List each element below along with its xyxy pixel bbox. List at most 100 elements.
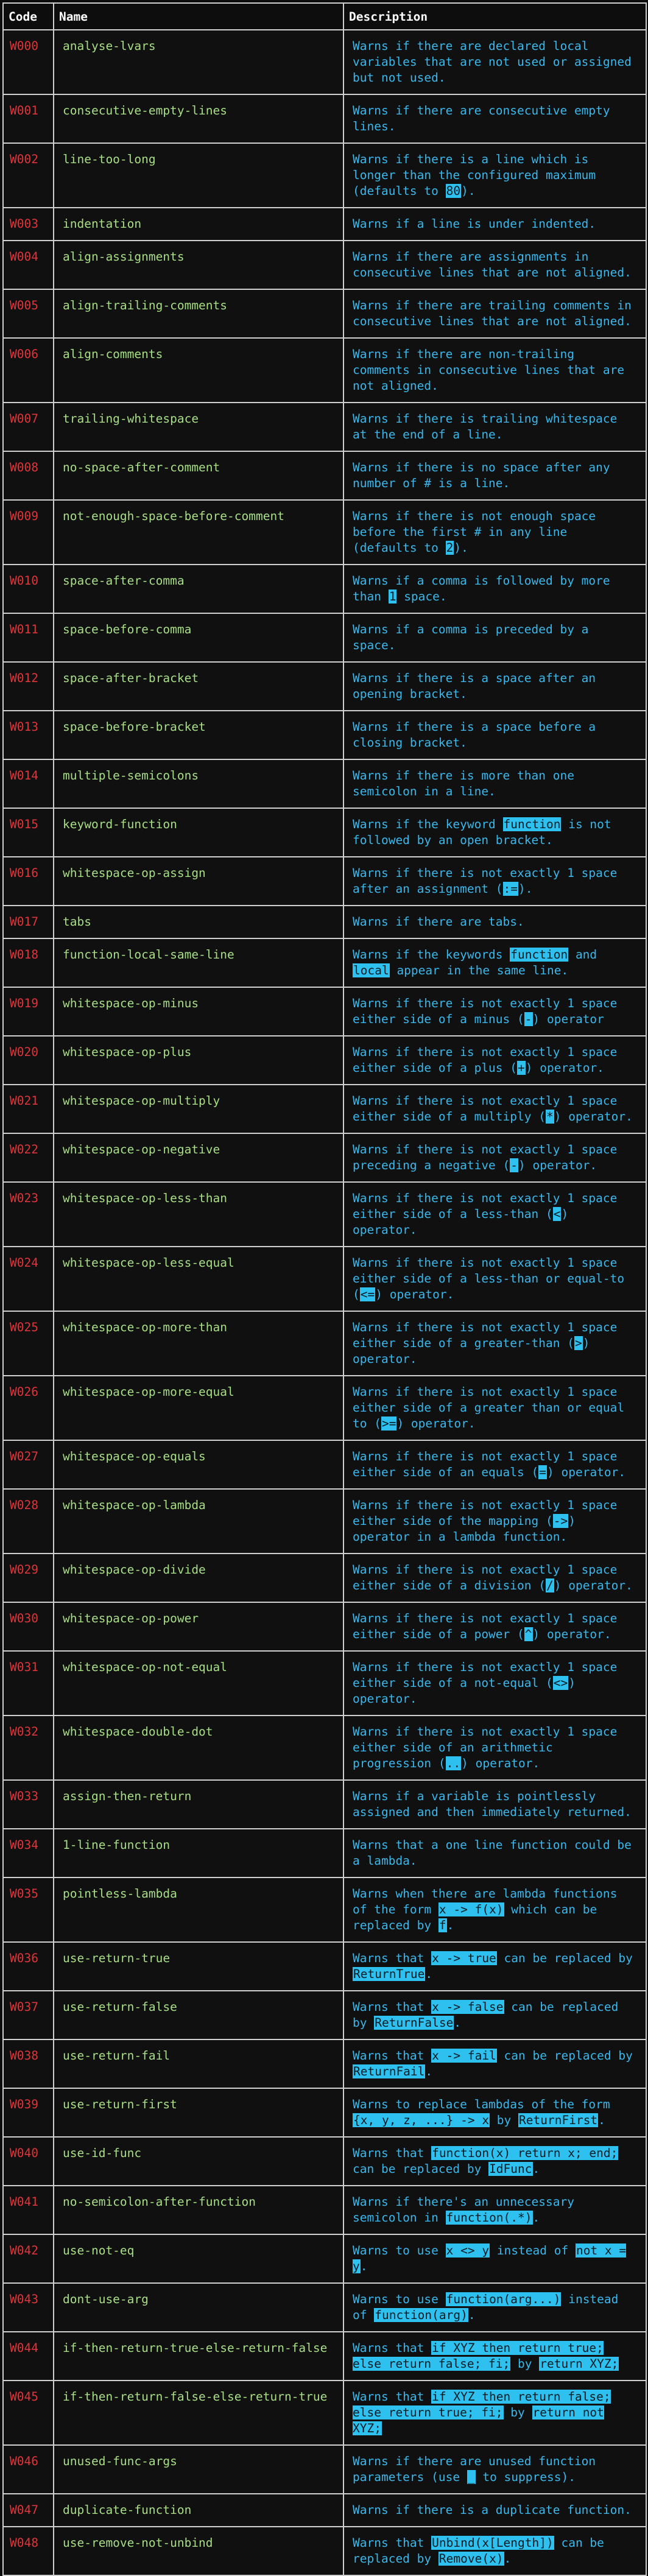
rule-code: W021 <box>2 1084 54 1134</box>
description-text: Warns if there is a space after an openi… <box>353 671 596 701</box>
rule-name: whitespace-op-not-equal <box>53 1650 344 1716</box>
table-row: W042 use-not-eq Warns to use x <> y instea… <box>2 2234 647 2284</box>
rule-description: Warns when there are lambda functions of… <box>343 1877 647 1943</box>
description-text: Warns to use <box>353 2292 446 2306</box>
table-row: W033 assign-then-return Warns if a variabl… <box>2 1779 647 1829</box>
rule-name: align-comments <box>53 337 344 403</box>
rule-code: W037 <box>2 1990 54 2040</box>
rule-name: whitespace-op-assign <box>53 856 344 906</box>
rule-description: Warns if there is more than one semicolo… <box>343 759 647 809</box>
rule-name: space-before-bracket <box>53 710 344 760</box>
rule-name: 1-line-function <box>53 1828 344 1878</box>
rule-description: Warns if the keyword function is not fol… <box>343 808 647 857</box>
rule-name: assign-then-return <box>53 1779 344 1829</box>
rule-name: use-return-true <box>53 1941 344 1991</box>
code-snippet: <> <box>552 1676 569 1690</box>
rule-code: W046 <box>2 2444 54 2494</box>
rule-description: Warns if there is a line which is longer… <box>343 143 647 208</box>
description-text: . <box>532 2162 540 2176</box>
rule-name: space-after-comma <box>53 564 344 614</box>
table-row: W009 not-enough-space-before-comment Warns… <box>2 499 647 565</box>
rule-description: Warns if there is not exactly 1 space ei… <box>343 1375 647 1441</box>
description-text: . <box>425 2064 433 2078</box>
lint-rules-table: Code Name Description W000 analyse-lvars W… <box>2 2 647 2576</box>
table-row: W032 whitespace-double-dot Warns if there … <box>2 1715 647 1781</box>
rule-description: Warns if there is not exactly 1 space ei… <box>343 1488 647 1554</box>
rule-description: Warns if there is not exactly 1 space ei… <box>343 1602 647 1652</box>
code-snippet: return XYZ; <box>539 2357 619 2371</box>
code-snippet: 80 <box>445 184 462 198</box>
table-row: W048 use-remove-not-unbind Warns that Unbi… <box>2 2526 647 2576</box>
code-snippet: ReturnFirst <box>518 2113 599 2127</box>
rule-code: W045 <box>2 2380 54 2446</box>
rule-name: whitespace-op-less-equal <box>53 1246 344 1312</box>
rule-code: W042 <box>2 2234 54 2284</box>
description-text: ). <box>461 184 476 198</box>
description-text: Warns if a comma is preceded by a space. <box>353 622 589 652</box>
rule-name: no-space-after-comment <box>53 451 344 501</box>
code-snippet: > <box>574 1336 583 1350</box>
code-snippet: + <box>517 1061 526 1075</box>
table-row: W046 unused-func-args Warns if there are u… <box>2 2444 647 2494</box>
description-text: Warns if there is trailing whitespace at… <box>353 412 618 442</box>
code-snippet: f <box>438 1918 447 1932</box>
description-text: ). <box>518 882 533 896</box>
code-snippet: ^ <box>524 1627 533 1641</box>
description-text: Warns that <box>353 2536 432 2550</box>
rule-name: use-id-func <box>53 2136 344 2186</box>
rule-description: Warns if there is not exactly 1 space af… <box>343 856 647 906</box>
description-text: Warns that a one line function could be … <box>353 1838 632 1868</box>
table-row: W008 no-space-after-comment Warns if there… <box>2 451 647 501</box>
description-text: Warns if a variable is pointlessly assig… <box>353 1789 632 1819</box>
description-text: Warns that <box>353 1951 432 1965</box>
code-snippet: / <box>545 1578 554 1592</box>
rule-name: use-remove-not-unbind <box>53 2526 344 2576</box>
rule-code: W026 <box>2 1375 54 1441</box>
rule-code: W035 <box>2 1877 54 1943</box>
code-snippet: function(x) return x; end; <box>431 2146 619 2160</box>
code-snippet: x -> true <box>431 1951 497 1965</box>
rule-description: Warns if there is not exactly 1 space pr… <box>343 1133 647 1183</box>
rule-name: pointless-lambda <box>53 1877 344 1943</box>
description-text: Warns if there is not enough space befor… <box>353 509 596 555</box>
rule-description: Warns if there is not exactly 1 space ei… <box>343 1084 647 1134</box>
description-text: Warns if there is a space before a closi… <box>353 720 596 750</box>
description-text: space. <box>396 589 447 604</box>
name-column-header: Name <box>53 2 344 30</box>
code-snippet: <= <box>359 1287 376 1301</box>
rule-code: W015 <box>2 808 54 857</box>
code-snippet: 2 <box>445 541 454 555</box>
description-text: by <box>490 2113 519 2127</box>
rule-name: align-trailing-comments <box>53 289 344 339</box>
rule-code: W041 <box>2 2185 54 2235</box>
table-row: W004 align-assignments Warns if there are … <box>2 240 647 290</box>
description-text: Warns if there are declared local variab… <box>353 39 632 85</box>
table-row: W031 whitespace-op-not-equal Warns if ther… <box>2 1650 647 1716</box>
code-snippet: IdFunc <box>488 2162 533 2176</box>
description-text: Warns if the keywords <box>353 948 510 962</box>
rule-name: whitespace-op-lambda <box>53 1488 344 1554</box>
description-text: ) operator. <box>461 1756 540 1770</box>
rule-code: W033 <box>2 1779 54 1829</box>
rule-name: tabs <box>53 905 344 939</box>
rule-code: W047 <box>2 2493 54 2527</box>
rule-name: duplicate-function <box>53 2493 344 2527</box>
rule-name: not-enough-space-before-comment <box>53 499 344 565</box>
code-snippet: ReturnFail <box>353 2064 426 2078</box>
rule-name: use-return-fail <box>53 2039 344 2089</box>
rule-description: Warns if there is not exactly 1 space ei… <box>343 1246 647 1312</box>
rule-code: W028 <box>2 1488 54 1554</box>
rule-code: W034 <box>2 1828 54 1878</box>
code-snippet: >= <box>381 1416 397 1431</box>
rule-description: Warns if there is not exactly 1 space ei… <box>343 987 647 1036</box>
description-text: Warns that <box>353 2146 432 2160</box>
rule-code: W007 <box>2 402 54 452</box>
description-text: Warns if there is more than one semicolo… <box>353 769 574 798</box>
table-row: W016 whitespace-op-assign Warns if there i… <box>2 856 647 906</box>
code-snippet: x -> fail <box>431 2049 497 2063</box>
rule-code: W016 <box>2 856 54 906</box>
description-text: ) operator. <box>396 1416 476 1431</box>
rule-description: Warns to use function(arg...) instead of… <box>343 2282 647 2332</box>
rule-code: W039 <box>2 2088 54 2138</box>
rule-name: use-return-false <box>53 1990 344 2040</box>
